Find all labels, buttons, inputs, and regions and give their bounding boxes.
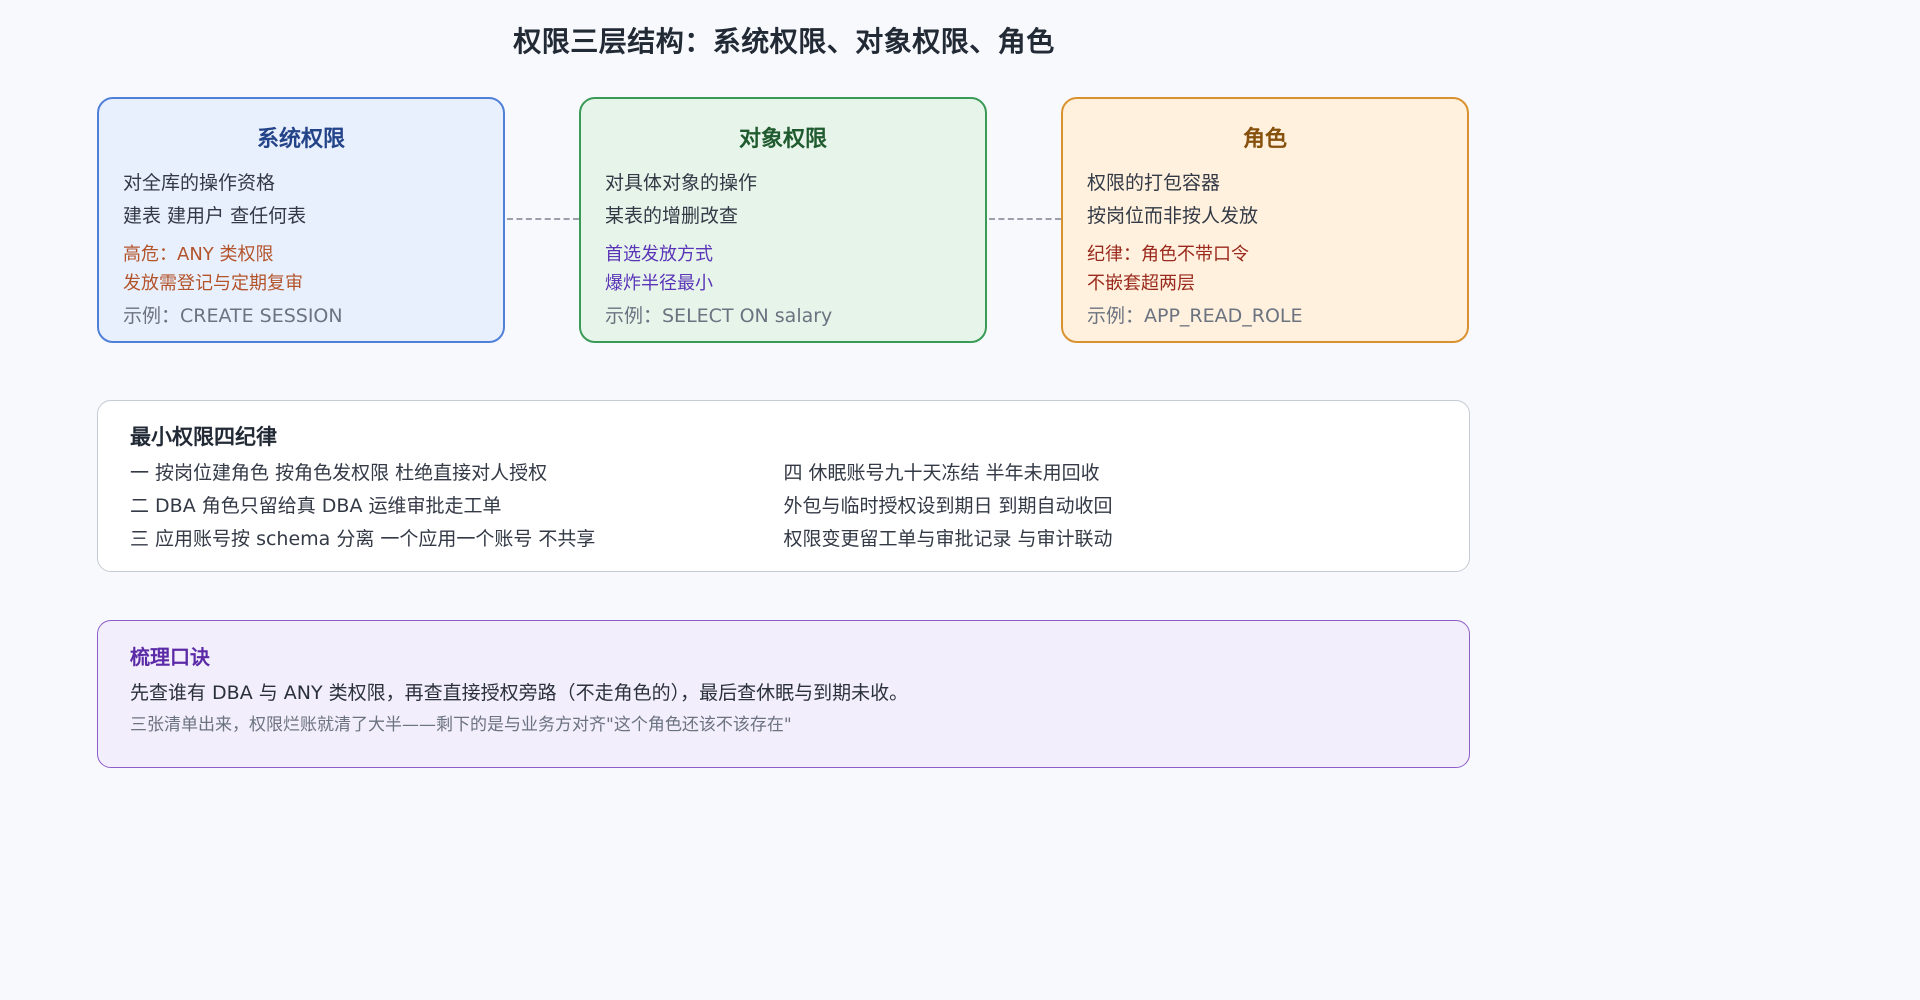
rule-item: 权限变更留工单与审批记录 与审计联动 bbox=[783, 528, 1113, 550]
card-example: 示例：APP_READ_ROLE bbox=[1087, 305, 1303, 327]
card-object-privileges: 对象权限 对具体对象的操作 某表的增删改查 首选发放方式 爆炸半径最小 示例：S… bbox=[579, 97, 987, 343]
card-line: 按岗位而非按人发放 bbox=[1087, 205, 1259, 227]
card-roles: 角色 权限的打包容器 按岗位而非按人发放 纪律：角色不带口令 不嵌套超两层 示例… bbox=[1061, 97, 1469, 343]
card-title: 角色 bbox=[1242, 127, 1287, 152]
page-title: 权限三层结构：系统权限、对象权限、角色 bbox=[513, 25, 1055, 58]
card-line: 对全库的操作资格 bbox=[123, 172, 276, 194]
card-line: 建表 建用户 查任何表 bbox=[123, 205, 307, 227]
dashed-connector bbox=[507, 218, 579, 220]
mnemonic-panel: 梳理口诀 先查谁有 DBA 与 ANY 类权限，再查直接授权旁路（不走角色的），… bbox=[97, 620, 1470, 768]
card-note: 不嵌套超两层 bbox=[1087, 273, 1195, 294]
card-line: 某表的增删改查 bbox=[605, 205, 739, 227]
rules-panel: 最小权限四纪律 一 按岗位建角色 按角色发权限 杜绝直接对人授权 二 DBA 角… bbox=[97, 400, 1470, 572]
card-example: 示例：SELECT ON salary bbox=[605, 305, 833, 327]
card-note: 爆炸半径最小 bbox=[605, 273, 713, 294]
rules-title: 最小权限四纪律 bbox=[130, 425, 277, 449]
rule-item: 四 休眠账号九十天冻结 半年未用回收 bbox=[783, 462, 1100, 484]
card-line: 对具体对象的操作 bbox=[605, 172, 758, 194]
card-note: 首选发放方式 bbox=[605, 244, 713, 265]
card-example: 示例：CREATE SESSION bbox=[123, 305, 343, 327]
card-title: 对象权限 bbox=[738, 127, 827, 152]
rule-item: 一 按岗位建角色 按角色发权限 杜绝直接对人授权 bbox=[130, 462, 548, 484]
card-note: 纪律：角色不带口令 bbox=[1087, 244, 1249, 265]
card-system-privileges: 系统权限 对全库的操作资格 建表 建用户 查任何表 高危：ANY 类权限 发放需… bbox=[97, 97, 505, 343]
card-title: 系统权限 bbox=[256, 127, 345, 152]
card-note: 高危：ANY 类权限 bbox=[123, 244, 274, 265]
card-line: 权限的打包容器 bbox=[1087, 172, 1221, 194]
mnemonic-main-text: 先查谁有 DBA 与 ANY 类权限，再查直接授权旁路（不走角色的），最后查休眠… bbox=[130, 682, 909, 704]
rules-right-column: 四 休眠账号九十天冻结 半年未用回收 外包与临时授权设到期日 到期自动收回 权限… bbox=[784, 457, 1438, 556]
mnemonic-sub-text: 三张清单出来，权限烂账就清了大半——剩下的是与业务方对齐"这个角色还该不该存在" bbox=[130, 715, 792, 735]
mnemonic-title: 梳理口诀 bbox=[130, 645, 210, 669]
rules-left-column: 一 按岗位建角色 按角色发权限 杜绝直接对人授权 二 DBA 角色只留给真 DB… bbox=[130, 457, 784, 556]
rule-item: 外包与临时授权设到期日 到期自动收回 bbox=[783, 495, 1113, 517]
rule-item: 三 应用账号按 schema 分离 一个应用一个账号 不共享 bbox=[130, 528, 596, 550]
card-note: 发放需登记与定期复审 bbox=[123, 273, 303, 294]
rule-item: 二 DBA 角色只留给真 DBA 运维审批走工单 bbox=[130, 495, 502, 517]
dashed-connector bbox=[989, 218, 1061, 220]
